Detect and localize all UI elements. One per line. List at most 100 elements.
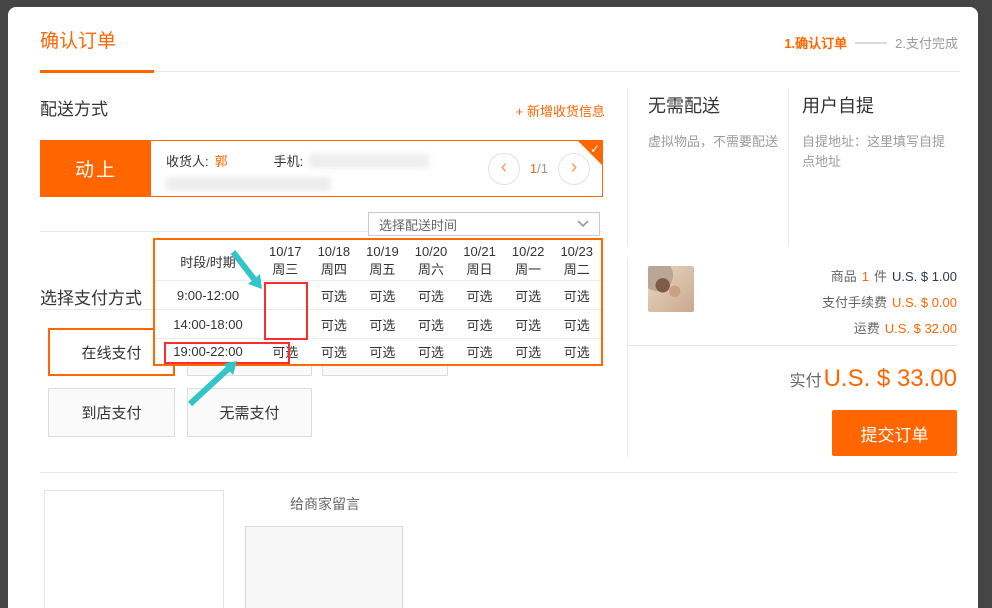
- slot-cell[interactable]: 可选: [504, 339, 553, 364]
- summary-divider-left: [627, 258, 628, 457]
- delivery-time-table-header: 时段/时期 10/17周三 10/18周四 10/19周五 10/20周六 10…: [155, 240, 601, 280]
- column-date: 10/23: [552, 243, 601, 261]
- receiver-label: 收货人:: [166, 151, 209, 170]
- slot-cell[interactable]: 可选: [504, 310, 553, 338]
- slot-cell[interactable]: 可选: [455, 310, 504, 338]
- column-date: 10/22: [504, 243, 553, 261]
- item-count: 1: [862, 269, 869, 284]
- slot-cell[interactable]: 可选: [358, 281, 407, 309]
- step-connector: [855, 42, 887, 44]
- merchant-message-label: 给商家留言: [245, 494, 405, 514]
- address-card[interactable]: 动上 收货人: 郭 手机: ✓ ‹ 1/1 ›: [40, 140, 603, 197]
- column-day: 周四: [310, 261, 359, 279]
- total-label: 实付: [790, 367, 822, 391]
- chevron-down-icon: [577, 220, 589, 228]
- item-unit: 件: [874, 266, 887, 285]
- summary-total-divider: [627, 345, 957, 346]
- slot-cell[interactable]: 可选: [455, 281, 504, 309]
- payment-option-at-store-label: 到店支付: [81, 402, 141, 423]
- step-payment-done: 2.支付完成: [895, 33, 958, 52]
- receiver-name: 郭: [215, 151, 228, 170]
- item-price: U.S. $ 1.00: [892, 269, 957, 284]
- prev-address-button[interactable]: ‹: [488, 153, 520, 185]
- payment-section-title: 选择支付方式: [40, 284, 142, 309]
- slot-cell[interactable]: 可选: [552, 339, 601, 364]
- payment-option-at-store[interactable]: 到店支付: [48, 388, 175, 437]
- pager-text: 1/1: [530, 161, 548, 176]
- page-background: 确认订单 1.确认订单 2.支付完成 配送方式 + 新增收货信息 动上 收货人:…: [0, 0, 992, 608]
- time-slot-label: 14:00-18:00: [155, 310, 261, 338]
- empty-panel: [44, 490, 224, 608]
- column-header: 10/19周五: [358, 243, 407, 280]
- self-pickup-desc: 自提地址：这里填写自提点地址: [802, 132, 952, 172]
- column-header: 10/21周日: [455, 243, 504, 280]
- slot-cell[interactable]: 可选: [310, 339, 359, 364]
- payment-option-online-label: 在线支付: [81, 342, 141, 363]
- column-header: 10/23周二: [552, 243, 601, 280]
- step-confirm-order: 1.确认订单: [784, 33, 847, 52]
- slot-cell[interactable]: 可选: [407, 310, 456, 338]
- header-divider: [40, 71, 960, 72]
- phone-label: 手机:: [274, 151, 304, 170]
- time-slot-label: 9:00-12:00: [155, 281, 261, 309]
- summary-fee-row: 支付手续费 U.S. $ 0.00: [822, 292, 957, 311]
- slot-cell[interactable]: 可选: [407, 281, 456, 309]
- annotation-red-box-unavailable-cells: [264, 282, 308, 340]
- column-date: 10/20: [407, 243, 456, 261]
- payment-option-no-pay[interactable]: 无需支付: [187, 388, 312, 437]
- column-header: 10/22周一: [504, 243, 553, 280]
- bottom-divider: [40, 472, 958, 473]
- slot-cell[interactable]: 可选: [310, 281, 359, 309]
- slot-cell[interactable]: 可选: [552, 281, 601, 309]
- delivery-time-dropdown[interactable]: 选择配送时间: [368, 212, 600, 236]
- self-pickup-title: 用户自提: [802, 92, 874, 118]
- slot-cell[interactable]: 可选: [552, 310, 601, 338]
- column-date: 10/17: [261, 243, 310, 261]
- summary-shipping-row: 运费 U.S. $ 32.00: [854, 318, 957, 337]
- item-label: 商品: [831, 266, 857, 285]
- slot-cell[interactable]: 可选: [504, 281, 553, 309]
- active-tab-underline: [40, 70, 154, 73]
- slot-cell[interactable]: 可选: [407, 339, 456, 364]
- delivery-section-title: 配送方式: [40, 95, 108, 120]
- chevron-left-icon: ‹: [501, 157, 508, 177]
- address-card-tag: 动上: [41, 141, 151, 196]
- add-address-link[interactable]: + 新增收货信息: [516, 101, 605, 120]
- column-divider: [627, 88, 628, 246]
- column-date: 10/18: [310, 243, 359, 261]
- annotation-red-box-evening-slot: [164, 342, 290, 364]
- table-row: 14:00-18:00 可选 可选 可选 可选 可选 可选: [155, 309, 601, 338]
- table-row: 9:00-12:00 可选 可选 可选 可选 可选 可选: [155, 280, 601, 309]
- slot-cell[interactable]: 可选: [358, 339, 407, 364]
- column-date: 10/21: [455, 243, 504, 261]
- column-day: 周日: [455, 261, 504, 279]
- column-date: 10/19: [358, 243, 407, 261]
- column-day: 周二: [552, 261, 601, 279]
- column-header: 10/20周六: [407, 243, 456, 280]
- column-header: 10/17周三: [261, 243, 310, 280]
- phone-redacted: [309, 154, 429, 168]
- delivery-time-dropdown-label: 选择配送时间: [379, 215, 457, 234]
- slot-cell[interactable]: 可选: [358, 310, 407, 338]
- pager-total: 1: [541, 161, 548, 176]
- column-day: 周一: [504, 261, 553, 279]
- next-address-button[interactable]: ›: [558, 153, 590, 185]
- check-icon: ✓: [590, 142, 600, 156]
- payment-option-no-pay-label: 无需支付: [219, 402, 279, 423]
- merchant-message-textarea[interactable]: [245, 526, 403, 608]
- column-day: 周五: [358, 261, 407, 279]
- slot-cell[interactable]: 可选: [310, 310, 359, 338]
- column-day: 周三: [261, 261, 310, 279]
- submit-order-button[interactable]: 提交订单: [832, 410, 957, 456]
- fee-value: U.S. $ 0.00: [892, 295, 957, 310]
- no-delivery-desc: 虚拟物品，不需要配送: [648, 132, 778, 152]
- summary-total-row: 实付 U.S. $ 33.00: [790, 365, 957, 393]
- summary-item-row: 商品 1 件 U.S. $ 1.00: [831, 266, 957, 285]
- fee-label: 支付手续费: [822, 292, 887, 311]
- shipping-value: U.S. $ 32.00: [885, 321, 957, 336]
- column-header: 10/18周四: [310, 243, 359, 280]
- slot-cell[interactable]: 可选: [455, 339, 504, 364]
- checkout-steps: 1.确认订单 2.支付完成: [784, 33, 958, 52]
- page-title: 确认订单: [40, 26, 116, 53]
- product-thumbnail: [648, 266, 694, 312]
